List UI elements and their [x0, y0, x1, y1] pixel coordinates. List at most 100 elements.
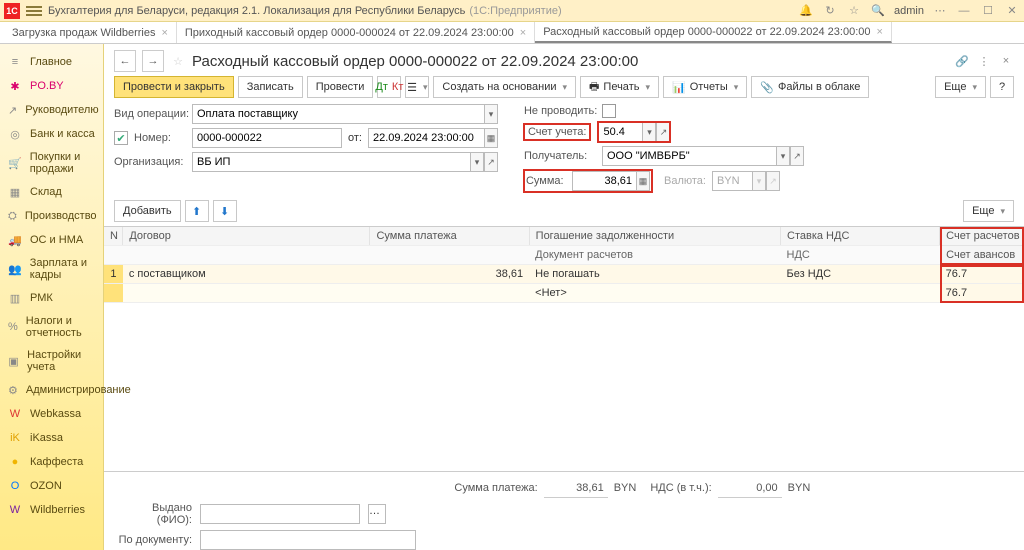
calc-icon[interactable]: ▦ — [636, 171, 650, 191]
col-debt[interactable]: Погашение задолженности — [529, 227, 780, 246]
table-row-sub[interactable]: <Нет> — [104, 284, 1024, 303]
op-type-field[interactable] — [192, 104, 484, 124]
tab-incoming-order[interactable]: Приходный кассовый ордер 0000-000024 от … — [177, 22, 535, 43]
sidebar-item-wb[interactable]: WWildberries — [0, 498, 103, 522]
sidebar: ≡Главное ✱PO.BY ↗Руководителю ◎Банк и ка… — [0, 44, 104, 550]
status-icon: ✔ — [114, 131, 128, 145]
tab-outgoing-order[interactable]: Расходный кассовый ордер 0000-000022 от … — [535, 22, 892, 43]
post-button[interactable]: Провести — [307, 76, 374, 98]
ellipsis-icon[interactable]: … — [368, 504, 386, 524]
options-icon[interactable]: ⋯ — [932, 3, 948, 19]
debit-credit-button[interactable]: ДтКт — [377, 76, 401, 98]
forward-button[interactable]: → — [142, 50, 164, 72]
tab-close-icon[interactable]: × — [520, 27, 526, 39]
open-icon[interactable]: ↗ — [484, 152, 498, 172]
sidebar-item-stock[interactable]: ▦Склад — [0, 180, 103, 204]
create-based-button[interactable]: Создать на основании▾ — [433, 76, 576, 98]
percent-icon: % — [8, 320, 18, 334]
total-sum-value — [544, 478, 608, 498]
sum-field[interactable] — [572, 171, 636, 191]
col-n[interactable]: N — [104, 227, 123, 246]
payee-field[interactable] — [602, 146, 776, 166]
issued-label: Выдано (ФИО): — [114, 502, 192, 526]
sidebar-item-main[interactable]: ≡Главное — [0, 50, 103, 74]
close-button[interactable]: × — [998, 55, 1014, 68]
reports-button[interactable]: 📊 Отчеты▾ — [663, 76, 747, 98]
sidebar-item-rmk[interactable]: ▥РМК — [0, 286, 103, 310]
structure-button[interactable]: ☰▾ — [405, 76, 429, 98]
chevron-down-icon[interactable]: ▾ — [642, 122, 656, 142]
back-button[interactable]: ← — [114, 50, 136, 72]
org-field[interactable] — [192, 152, 470, 172]
bell-icon[interactable]: 🔔 — [798, 3, 814, 19]
add-row-button[interactable]: Добавить — [114, 200, 181, 222]
chevron-down-icon[interactable]: ▾ — [776, 146, 790, 166]
cart-icon: 🛒 — [8, 156, 22, 170]
cloud-files-button[interactable]: 📎 Файлы в облаке — [751, 76, 869, 98]
currency-label: Валюта: — [664, 175, 706, 187]
menu-icon[interactable] — [26, 5, 42, 17]
move-up-button[interactable]: ⬆ — [185, 200, 209, 222]
account-field[interactable] — [598, 122, 642, 142]
chevron-down-icon[interactable]: ▾ — [470, 152, 484, 172]
link-icon[interactable]: 🔗 — [954, 55, 970, 68]
sidebar-item-kaffesta[interactable]: ●Каффеста — [0, 450, 103, 474]
sidebar-item-assets[interactable]: 🚚ОС и НМА — [0, 228, 103, 252]
total-sum-cur: BYN — [614, 482, 637, 494]
tab-wildberries-load[interactable]: Загрузка продаж Wildberries× — [4, 22, 177, 43]
col-vat-rate[interactable]: Ставка НДС — [781, 227, 940, 246]
table-row[interactable]: 1 с поставщиком 38,61 Не погашать Без НД… — [104, 265, 1024, 284]
app-logo-icon: 1C — [4, 3, 20, 19]
calendar-icon[interactable]: ▦ — [484, 128, 498, 148]
chevron-down-icon[interactable]: ▾ — [484, 104, 498, 124]
sidebar-item-admin[interactable]: ⚙Администрирование — [0, 378, 103, 402]
col-accounts[interactable]: Счет расчетов Счет авансов — [940, 227, 1024, 265]
sidebar-item-production[interactable]: ⛭Производство — [0, 204, 103, 228]
doc-icon: ▣ — [8, 354, 19, 368]
arrow-icon: ↗ — [8, 103, 17, 117]
sidebar-item-poby[interactable]: ✱PO.BY — [0, 74, 103, 98]
sidebar-item-settings[interactable]: ▣Настройки учета — [0, 344, 103, 378]
tab-close-icon[interactable]: × — [161, 27, 167, 39]
sidebar-item-ozon[interactable]: OOZON — [0, 474, 103, 498]
favorite-icon[interactable]: ☆ — [170, 55, 186, 68]
write-button[interactable]: Записать — [238, 76, 303, 98]
post-and-close-button[interactable]: Провести и закрыть — [114, 76, 234, 98]
payments-table[interactable]: N Договор Сумма платежа Погашение задолж… — [104, 226, 1024, 472]
search-icon[interactable]: 🔍 — [870, 3, 886, 19]
sidebar-item-webkassa[interactable]: WWebkassa — [0, 402, 103, 426]
cog-icon: ⚙ — [8, 383, 18, 397]
open-icon[interactable]: ↗ — [790, 146, 804, 166]
noskip-checkbox[interactable] — [602, 104, 616, 118]
date-field[interactable] — [368, 128, 484, 148]
people-icon: 👥 — [8, 262, 22, 276]
user-name[interactable]: admin — [894, 5, 924, 17]
grid-icon: ▦ — [8, 185, 22, 199]
tab-close-icon[interactable]: × — [877, 26, 883, 38]
col-sum[interactable]: Сумма платежа — [370, 227, 529, 246]
sidebar-item-hr[interactable]: 👥Зарплата и кадры — [0, 252, 103, 286]
issued-field[interactable] — [200, 504, 360, 524]
more-button[interactable]: Еще▾ — [935, 76, 986, 98]
star-icon[interactable]: ☆ — [846, 3, 862, 19]
maximize-icon[interactable]: ☐ — [980, 3, 996, 19]
bydoc-field[interactable] — [200, 530, 416, 550]
help-button[interactable]: ? — [990, 76, 1014, 98]
open-icon[interactable]: ↗ — [656, 122, 670, 142]
move-down-button[interactable]: ⬇ — [213, 200, 237, 222]
table-more-button[interactable]: Еще▾ — [963, 200, 1014, 222]
close-icon[interactable]: ✕ — [1004, 3, 1020, 19]
print-button[interactable]: 🖶 Печать▾ — [580, 76, 659, 98]
sidebar-item-tax[interactable]: %Налоги и отчетность — [0, 310, 103, 344]
more-icon[interactable]: ⋮ — [976, 55, 992, 68]
document-tabs: Загрузка продаж Wildberries× Приходный к… — [0, 22, 1024, 44]
sidebar-item-sales[interactable]: 🛒Покупки и продажи — [0, 146, 103, 180]
minimize-icon[interactable]: — — [956, 3, 972, 19]
open-icon: ↗ — [766, 171, 780, 191]
sidebar-item-manager[interactable]: ↗Руководителю — [0, 98, 103, 122]
number-field[interactable] — [192, 128, 342, 148]
history-icon[interactable]: ↻ — [822, 3, 838, 19]
col-contract[interactable]: Договор — [123, 227, 370, 246]
sidebar-item-bank[interactable]: ◎Банк и касса — [0, 122, 103, 146]
sidebar-item-ikassa[interactable]: iKiKassa — [0, 426, 103, 450]
